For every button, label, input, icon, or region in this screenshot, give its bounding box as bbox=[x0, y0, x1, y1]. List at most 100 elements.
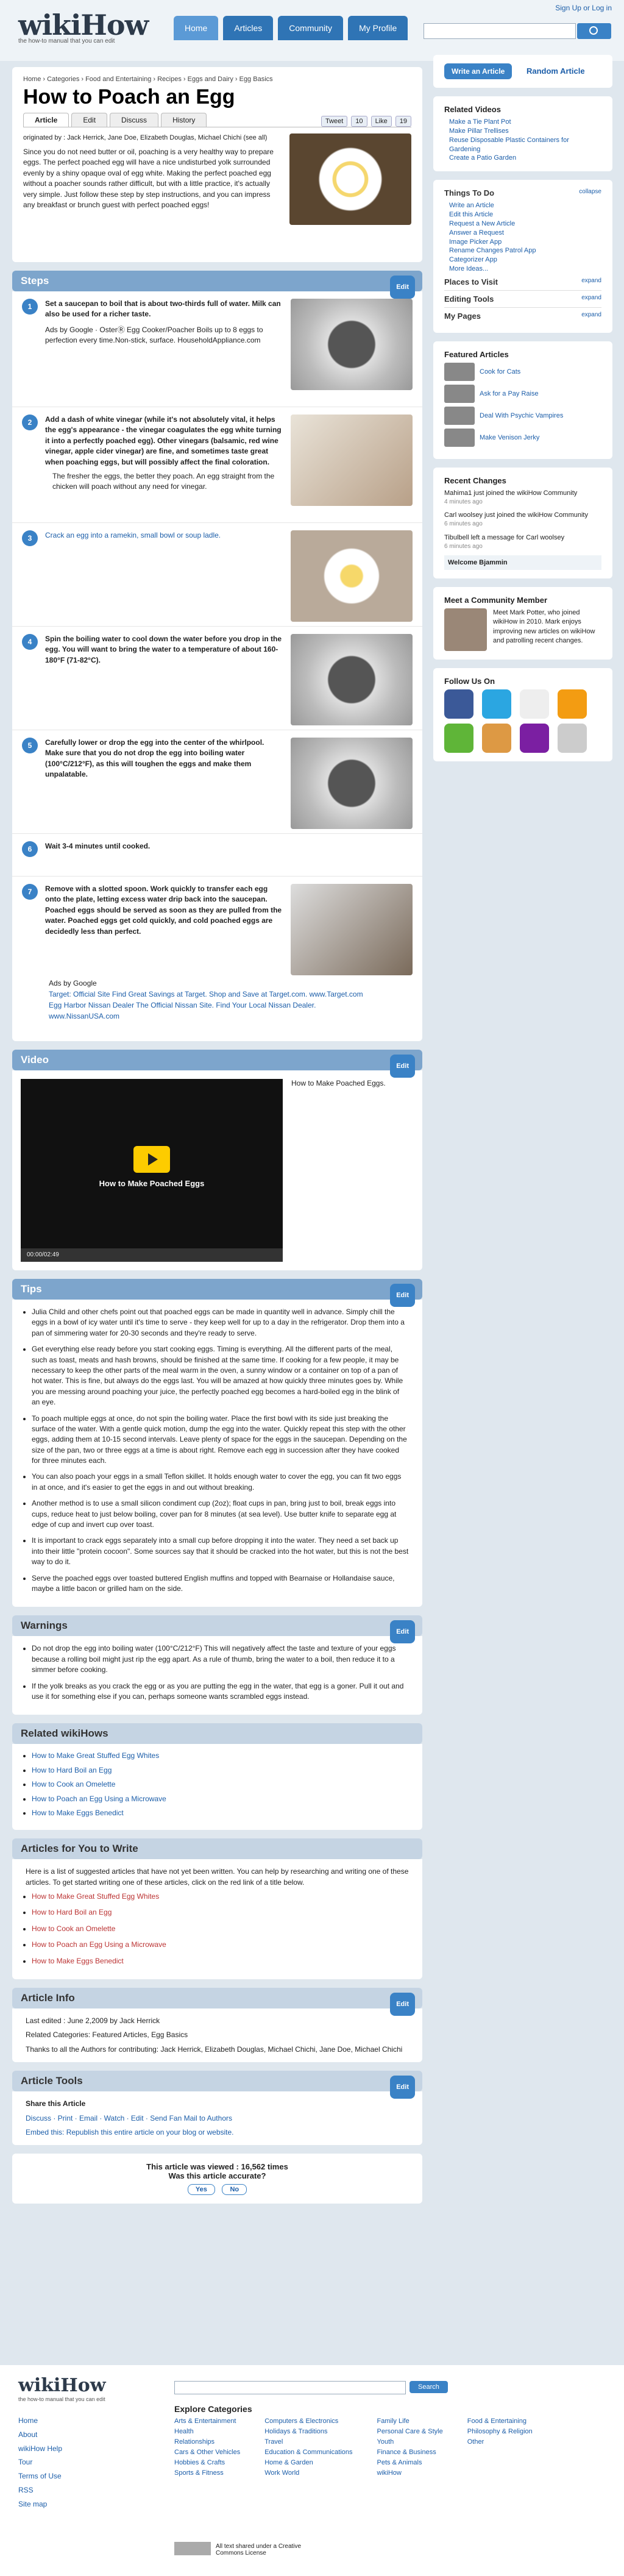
embed-link[interactable]: Embed this: Republish this entire articl… bbox=[26, 2127, 409, 2138]
todo-link[interactable]: Image Picker App bbox=[449, 238, 502, 246]
category-link[interactable]: Home & Garden bbox=[264, 2459, 313, 2466]
write-article-button[interactable]: Write an Article bbox=[444, 63, 512, 79]
related-video-link[interactable]: Reuse Disposable Plastic Containers for … bbox=[449, 137, 569, 153]
tab-discuss[interactable]: Discuss bbox=[110, 113, 159, 127]
write-link[interactable]: How to Cook an Omelette bbox=[32, 1924, 115, 1933]
tab-article[interactable]: Article bbox=[23, 113, 69, 127]
site-logo[interactable]: wikiHow the how-to manual that you can e… bbox=[18, 9, 149, 44]
related-categories[interactable]: Related Categories: Featured Articles, E… bbox=[26, 2030, 409, 2040]
feature-link[interactable]: Deal With Psychic Vampires bbox=[480, 412, 563, 419]
video-player[interactable]: How to Make Poached Eggs 00:00/02:49 bbox=[21, 1079, 283, 1262]
related-video-link[interactable]: Create a Patio Garden bbox=[449, 154, 516, 162]
category-link[interactable]: Cars & Other Vehicles bbox=[174, 2449, 240, 2456]
footer-link[interactable]: Home bbox=[18, 2416, 38, 2425]
category-link[interactable]: Philosophy & Religion bbox=[467, 2428, 533, 2435]
avatar[interactable] bbox=[444, 608, 487, 651]
todo-link[interactable]: More Ideas... bbox=[449, 265, 488, 272]
editing-tools-heading[interactable]: Editing Tools bbox=[444, 294, 494, 304]
my-pages-heading[interactable]: My Pages bbox=[444, 311, 481, 321]
category-link[interactable]: Youth bbox=[377, 2438, 394, 2446]
rss-icon[interactable] bbox=[558, 689, 587, 719]
feature-thumb[interactable] bbox=[444, 384, 475, 403]
no-button[interactable]: No bbox=[222, 2184, 247, 2196]
yahoo-icon[interactable] bbox=[520, 724, 549, 753]
category-link[interactable]: Hobbies & Crafts bbox=[174, 2459, 225, 2466]
todo-link[interactable]: Answer a Request bbox=[449, 229, 504, 237]
footer-search-button[interactable]: Search bbox=[410, 2381, 448, 2393]
step-ad[interactable]: Ads by Google · OsterⓇ Egg Cooker/Poache… bbox=[45, 325, 283, 346]
related-video-link[interactable]: Make Pillar Trellises bbox=[449, 127, 509, 135]
todo-link[interactable]: Rename Changes Patrol App bbox=[449, 247, 536, 254]
footer-search-input[interactable] bbox=[174, 2381, 406, 2394]
edit-tools-button[interactable]: Edit bbox=[390, 2076, 415, 2099]
category-link[interactable]: Pets & Animals bbox=[377, 2459, 422, 2466]
category-link[interactable]: Personal Care & Style bbox=[377, 2428, 443, 2435]
related-video-link[interactable]: Make a Tie Plant Pot bbox=[449, 118, 511, 126]
facebook-icon[interactable] bbox=[444, 689, 473, 719]
signup-login-link[interactable]: Sign Up or Log in bbox=[555, 4, 612, 12]
footer-link[interactable]: RSS bbox=[18, 2486, 34, 2494]
step-text[interactable]: Crack an egg into a ramekin, small bowl … bbox=[45, 531, 221, 539]
write-link[interactable]: How to Poach an Egg Using a Microwave bbox=[32, 1940, 166, 1949]
search-input[interactable] bbox=[424, 23, 576, 39]
logo-text[interactable]: wikiHow bbox=[18, 9, 149, 41]
feature-link[interactable]: Make Venison Jerky bbox=[480, 434, 539, 441]
play-icon[interactable] bbox=[133, 1146, 170, 1173]
related-link[interactable]: How to Hard Boil an Egg bbox=[32, 1766, 112, 1774]
license-badge[interactable] bbox=[174, 2542, 211, 2555]
edit-tips-button[interactable]: Edit bbox=[390, 1284, 415, 1307]
footer-logo[interactable]: wikiHow bbox=[18, 2375, 106, 2396]
like-button[interactable]: Like bbox=[370, 116, 392, 127]
mail-icon[interactable] bbox=[482, 724, 511, 753]
search-button[interactable] bbox=[577, 23, 611, 39]
category-link[interactable]: Travel bbox=[264, 2438, 283, 2446]
edit-steps-button[interactable]: Edit bbox=[390, 276, 415, 299]
category-link[interactable]: wikiHow bbox=[377, 2469, 402, 2477]
yes-button[interactable]: Yes bbox=[187, 2184, 215, 2196]
feature-thumb[interactable] bbox=[444, 428, 475, 447]
stumbleupon-icon[interactable] bbox=[444, 724, 473, 753]
rc-item[interactable]: Carl woolsey just joined the wikiHow Com… bbox=[444, 511, 601, 520]
ad-target[interactable]: Target: Official Site Find Great Savings… bbox=[49, 989, 386, 1000]
edit-warnings-button[interactable]: Edit bbox=[390, 1620, 415, 1644]
rc-item[interactable]: Tibulbell left a message for Carl woolse… bbox=[444, 533, 601, 543]
random-article-link[interactable]: Random Article bbox=[526, 66, 585, 76]
twitter-icon[interactable] bbox=[482, 689, 511, 719]
phone-icon[interactable] bbox=[558, 724, 587, 753]
category-link[interactable]: Computers & Electronics bbox=[264, 2418, 338, 2425]
feature-link[interactable]: Cook for Cats bbox=[480, 368, 520, 375]
ad-nissan[interactable]: Egg Harbor Nissan Dealer The Official Ni… bbox=[49, 1000, 386, 1022]
tools-links[interactable]: Discuss · Print · Email · Watch · Edit ·… bbox=[26, 2113, 409, 2124]
write-link[interactable]: How to Make Eggs Benedict bbox=[32, 1957, 124, 1965]
edit-video-button[interactable]: Edit bbox=[390, 1055, 415, 1078]
category-link[interactable]: Food & Entertaining bbox=[467, 2418, 526, 2425]
related-link[interactable]: How to Poach an Egg Using a Microwave bbox=[32, 1795, 166, 1803]
footer-link[interactable]: wikiHow Help bbox=[18, 2444, 62, 2453]
feature-thumb[interactable] bbox=[444, 406, 475, 425]
category-link[interactable]: Sports & Fitness bbox=[174, 2469, 224, 2477]
tab-history[interactable]: History bbox=[161, 113, 207, 127]
category-link[interactable]: Education & Communications bbox=[264, 2449, 352, 2456]
related-link[interactable]: How to Make Great Stuffed Egg Whites bbox=[32, 1751, 159, 1760]
category-link[interactable]: Family Life bbox=[377, 2418, 410, 2425]
expand-link[interactable]: expand bbox=[581, 311, 601, 321]
category-link[interactable]: Arts & Entertainment bbox=[174, 2418, 236, 2425]
related-link[interactable]: How to Cook an Omelette bbox=[32, 1780, 115, 1788]
footer-link[interactable]: Site map bbox=[18, 2500, 47, 2508]
google-icon[interactable] bbox=[520, 689, 549, 719]
rc-item[interactable]: Mahima1 just joined the wikiHow Communit… bbox=[444, 489, 601, 498]
category-link[interactable]: Finance & Business bbox=[377, 2449, 436, 2456]
places-heading[interactable]: Places to Visit bbox=[444, 277, 498, 286]
nav-my-profile[interactable]: My Profile bbox=[348, 16, 408, 40]
todo-link[interactable]: Request a New Article bbox=[449, 220, 515, 227]
todo-link[interactable]: Categorizer App bbox=[449, 256, 497, 263]
todo-link[interactable]: Edit this Article bbox=[449, 211, 493, 218]
write-link[interactable]: How to Hard Boil an Egg bbox=[32, 1908, 112, 1916]
category-link[interactable]: Relationships bbox=[174, 2438, 214, 2446]
related-link[interactable]: How to Make Eggs Benedict bbox=[32, 1809, 124, 1817]
footer-link[interactable]: About bbox=[18, 2430, 37, 2439]
collapse-link[interactable]: collapse bbox=[579, 188, 601, 197]
category-link[interactable]: Other bbox=[467, 2438, 484, 2446]
nav-articles[interactable]: Articles bbox=[223, 16, 274, 40]
category-link[interactable]: Work World bbox=[264, 2469, 299, 2477]
